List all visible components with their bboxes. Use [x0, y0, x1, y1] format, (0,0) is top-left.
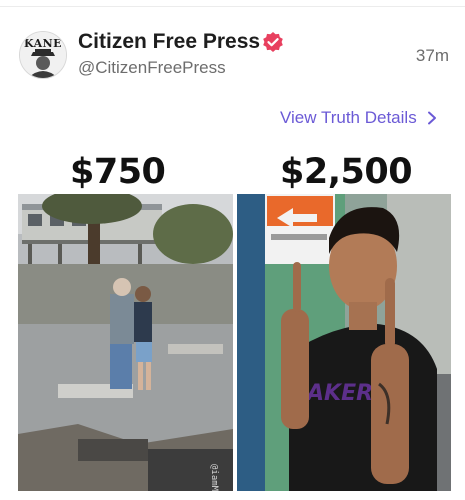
avatar-logo-text: KANE [23, 37, 63, 50]
man-gesture-photo: AKERS [237, 194, 451, 491]
view-truth-details-label: View Truth Details [280, 108, 417, 127]
post-timestamp: 37m [415, 46, 449, 65]
meme-image[interactable]: $750 $2,500 @iamMeme0 AKERS [18, 148, 451, 491]
left-price-label: $750 [70, 152, 166, 192]
image-watermark: @iamMeme0 [209, 464, 219, 491]
left-photo-storm-damage: @iamMeme0 [18, 194, 233, 491]
author-handle[interactable]: @CitizenFreePress [78, 58, 226, 78]
verified-badge-icon [263, 32, 283, 52]
chevron-right-icon [427, 111, 436, 125]
right-photo-man-gesture: AKERS [237, 194, 451, 491]
view-truth-details-link[interactable]: View Truth Details [280, 108, 437, 128]
top-divider [0, 6, 465, 7]
storm-damage-photo [18, 194, 233, 491]
right-price-label: $2,500 [280, 152, 413, 192]
avatar[interactable]: KANE [19, 31, 67, 79]
author-name[interactable]: Citizen Free Press [78, 30, 260, 54]
